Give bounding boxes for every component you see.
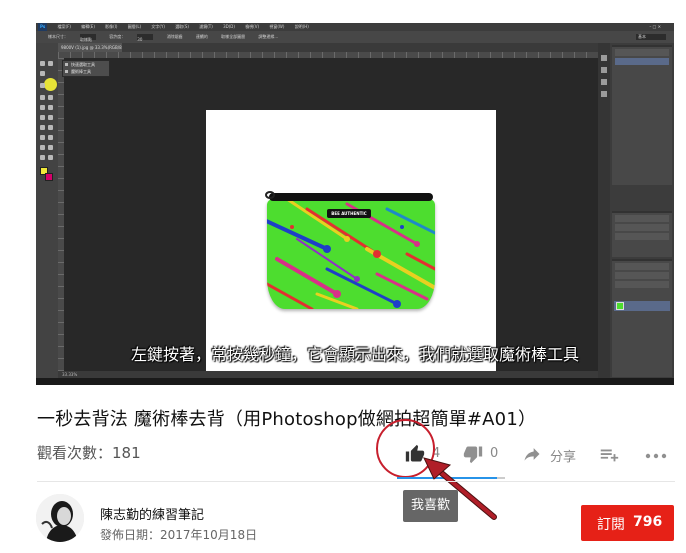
ps-option: 樣本尺寸： — [48, 34, 68, 39]
pen-tool-icon — [48, 135, 53, 140]
ps-menu-item: 說明(H) — [294, 24, 309, 29]
flyout-item-quick-select: 快速選取工具 — [63, 61, 109, 68]
ps-option: 消除鋸齒 — [166, 34, 183, 39]
panel-row — [615, 49, 669, 56]
window-controls: – □ ✕ — [649, 24, 661, 29]
pouch-label: BEE AUTHENTIC — [327, 209, 371, 218]
ps-menu-item: 文字(Y) — [151, 24, 165, 29]
like-tooltip: 我喜歡 — [403, 490, 458, 522]
video-title: 一秒去背法 魔術棒去背（用Photoshop做網拍超簡單#A01） — [37, 409, 537, 430]
history-brush-icon — [48, 115, 53, 120]
adjustments-panel — [612, 211, 672, 257]
hand-tool-icon — [40, 155, 45, 160]
properties-panel-icon — [601, 67, 607, 73]
ps-menu-item: 圖層(L) — [127, 24, 142, 29]
ps-option: 連續的 — [195, 34, 208, 39]
lasso-tool-icon — [40, 71, 45, 76]
view-count: 觀看次數：181 — [37, 444, 141, 462]
playlist-add-icon — [600, 449, 619, 462]
ps-menu-item: 檢視(V) — [245, 24, 260, 29]
marquee-tool-icon — [48, 61, 53, 66]
panel-row — [615, 224, 669, 231]
ps-menu-item: 影像(I) — [105, 24, 118, 29]
flyout-item-magic-wand: 魔術棒工具 — [63, 68, 109, 75]
gradient-tool-icon — [48, 125, 53, 130]
cursor-highlight — [44, 78, 57, 91]
photoshop-tabbar: 9800V (1).jpg @ 33.3%(RGB/8) — [58, 43, 598, 52]
layer-row — [614, 301, 670, 311]
dodge-tool-icon — [40, 135, 45, 140]
divider — [37, 481, 675, 482]
move-tool-icon — [40, 61, 45, 66]
ps-menu-item: 檔案(F) — [57, 24, 71, 29]
photoshop-canvas-area: BEE AUTHENTIC — [64, 58, 598, 385]
background-color-swatch — [45, 173, 53, 181]
ps-menu-item: 選取(S) — [175, 24, 189, 29]
zoom-tool-icon — [48, 155, 53, 160]
healing-tool-icon — [40, 105, 45, 110]
zipper-pull — [265, 191, 275, 199]
stamp-tool-icon — [40, 115, 45, 120]
share-button[interactable]: 分享 — [522, 442, 584, 466]
photoshop-menubar: Ps 檔案(F) 編輯(E) 影像(I) 圖層(L) 文字(Y) 選取(S) 濾… — [36, 23, 674, 31]
panel-row — [615, 233, 669, 240]
ps-option: 調整邊緣... — [258, 34, 279, 39]
ps-option: 取樣全部圖層 — [221, 34, 246, 39]
photoshop-logo: Ps — [38, 23, 48, 31]
publish-date: 發佈日期：2017年10月18日 — [100, 528, 258, 542]
ps-menu-item: 編輯(E) — [81, 24, 95, 29]
subscribe-button[interactable]: 訂閱 796 — [581, 505, 674, 541]
ps-option: 容許度： — [109, 34, 126, 39]
panel-row — [615, 215, 669, 222]
path-select-icon — [48, 145, 53, 150]
video-subtitle: 左鍵按著，常按幾秒鐘，它會顯示出來，我們就選取魔術棒工具 — [130, 345, 579, 364]
channel-avatar-image — [36, 494, 84, 542]
pouch-zipper — [265, 191, 433, 201]
crop-tool-icon — [40, 95, 45, 100]
eraser-tool-icon — [40, 125, 45, 130]
video-player[interactable]: Ps 檔案(F) 編輯(E) 影像(I) 圖層(L) 文字(Y) 選取(S) 濾… — [36, 23, 674, 385]
ps-menu-item: 視窗(W) — [269, 24, 285, 29]
photoshop-statusbar: 33.33% — [58, 371, 598, 378]
brush-tool-icon — [48, 105, 53, 110]
more-horizontal-icon — [645, 453, 667, 459]
ps-document-tab: 9800V (1).jpg @ 33.3%(RGB/8) — [58, 43, 122, 52]
ps-option-field: 30 — [137, 34, 154, 42]
eyedropper-tool-icon — [48, 95, 53, 100]
paragraph-panel-icon — [601, 91, 607, 97]
subscribe-label: 訂閱 — [597, 517, 625, 533]
more-actions-button[interactable] — [644, 444, 668, 466]
panel-row — [615, 272, 669, 279]
share-arrow-icon — [524, 448, 540, 461]
add-to-playlist-button[interactable] — [598, 444, 620, 466]
ps-option-field: 取樣點 — [80, 34, 96, 42]
channel-avatar[interactable] — [36, 494, 84, 542]
player-controls-strip — [36, 378, 674, 385]
subscriber-count: 796 — [633, 514, 663, 530]
ps-workspace-select: 基本 — [636, 34, 666, 40]
green-splatter-pouch-image: BEE AUTHENTIC — [265, 191, 435, 313]
panel-row — [615, 263, 669, 270]
photoshop-toolbar — [36, 43, 58, 378]
panel-row — [615, 58, 669, 65]
dock-icon-strip — [598, 43, 610, 378]
tool-flyout-menu: 快速選取工具 魔術棒工具 — [62, 60, 110, 77]
photoshop-panel-dock — [598, 43, 674, 378]
character-panel-icon — [601, 79, 607, 85]
share-label: 分享 — [550, 450, 577, 465]
photoshop-options-bar: 樣本尺寸：取樣點 容許度：30 消除鋸齒 連續的 取樣全部圖層 調整邊緣... … — [36, 31, 674, 43]
history-panel — [612, 45, 672, 185]
history-panel-icon — [601, 55, 607, 61]
type-tool-icon — [40, 145, 45, 150]
layer-thumbnail — [616, 302, 624, 310]
channel-name[interactable]: 陳志勤的練習筆記 — [100, 504, 204, 523]
ps-menu-item: 3D(D) — [223, 24, 235, 29]
ps-menu-item: 濾鏡(T) — [199, 24, 213, 29]
panel-row — [615, 281, 669, 288]
quick-select-tool-icon — [40, 83, 45, 88]
